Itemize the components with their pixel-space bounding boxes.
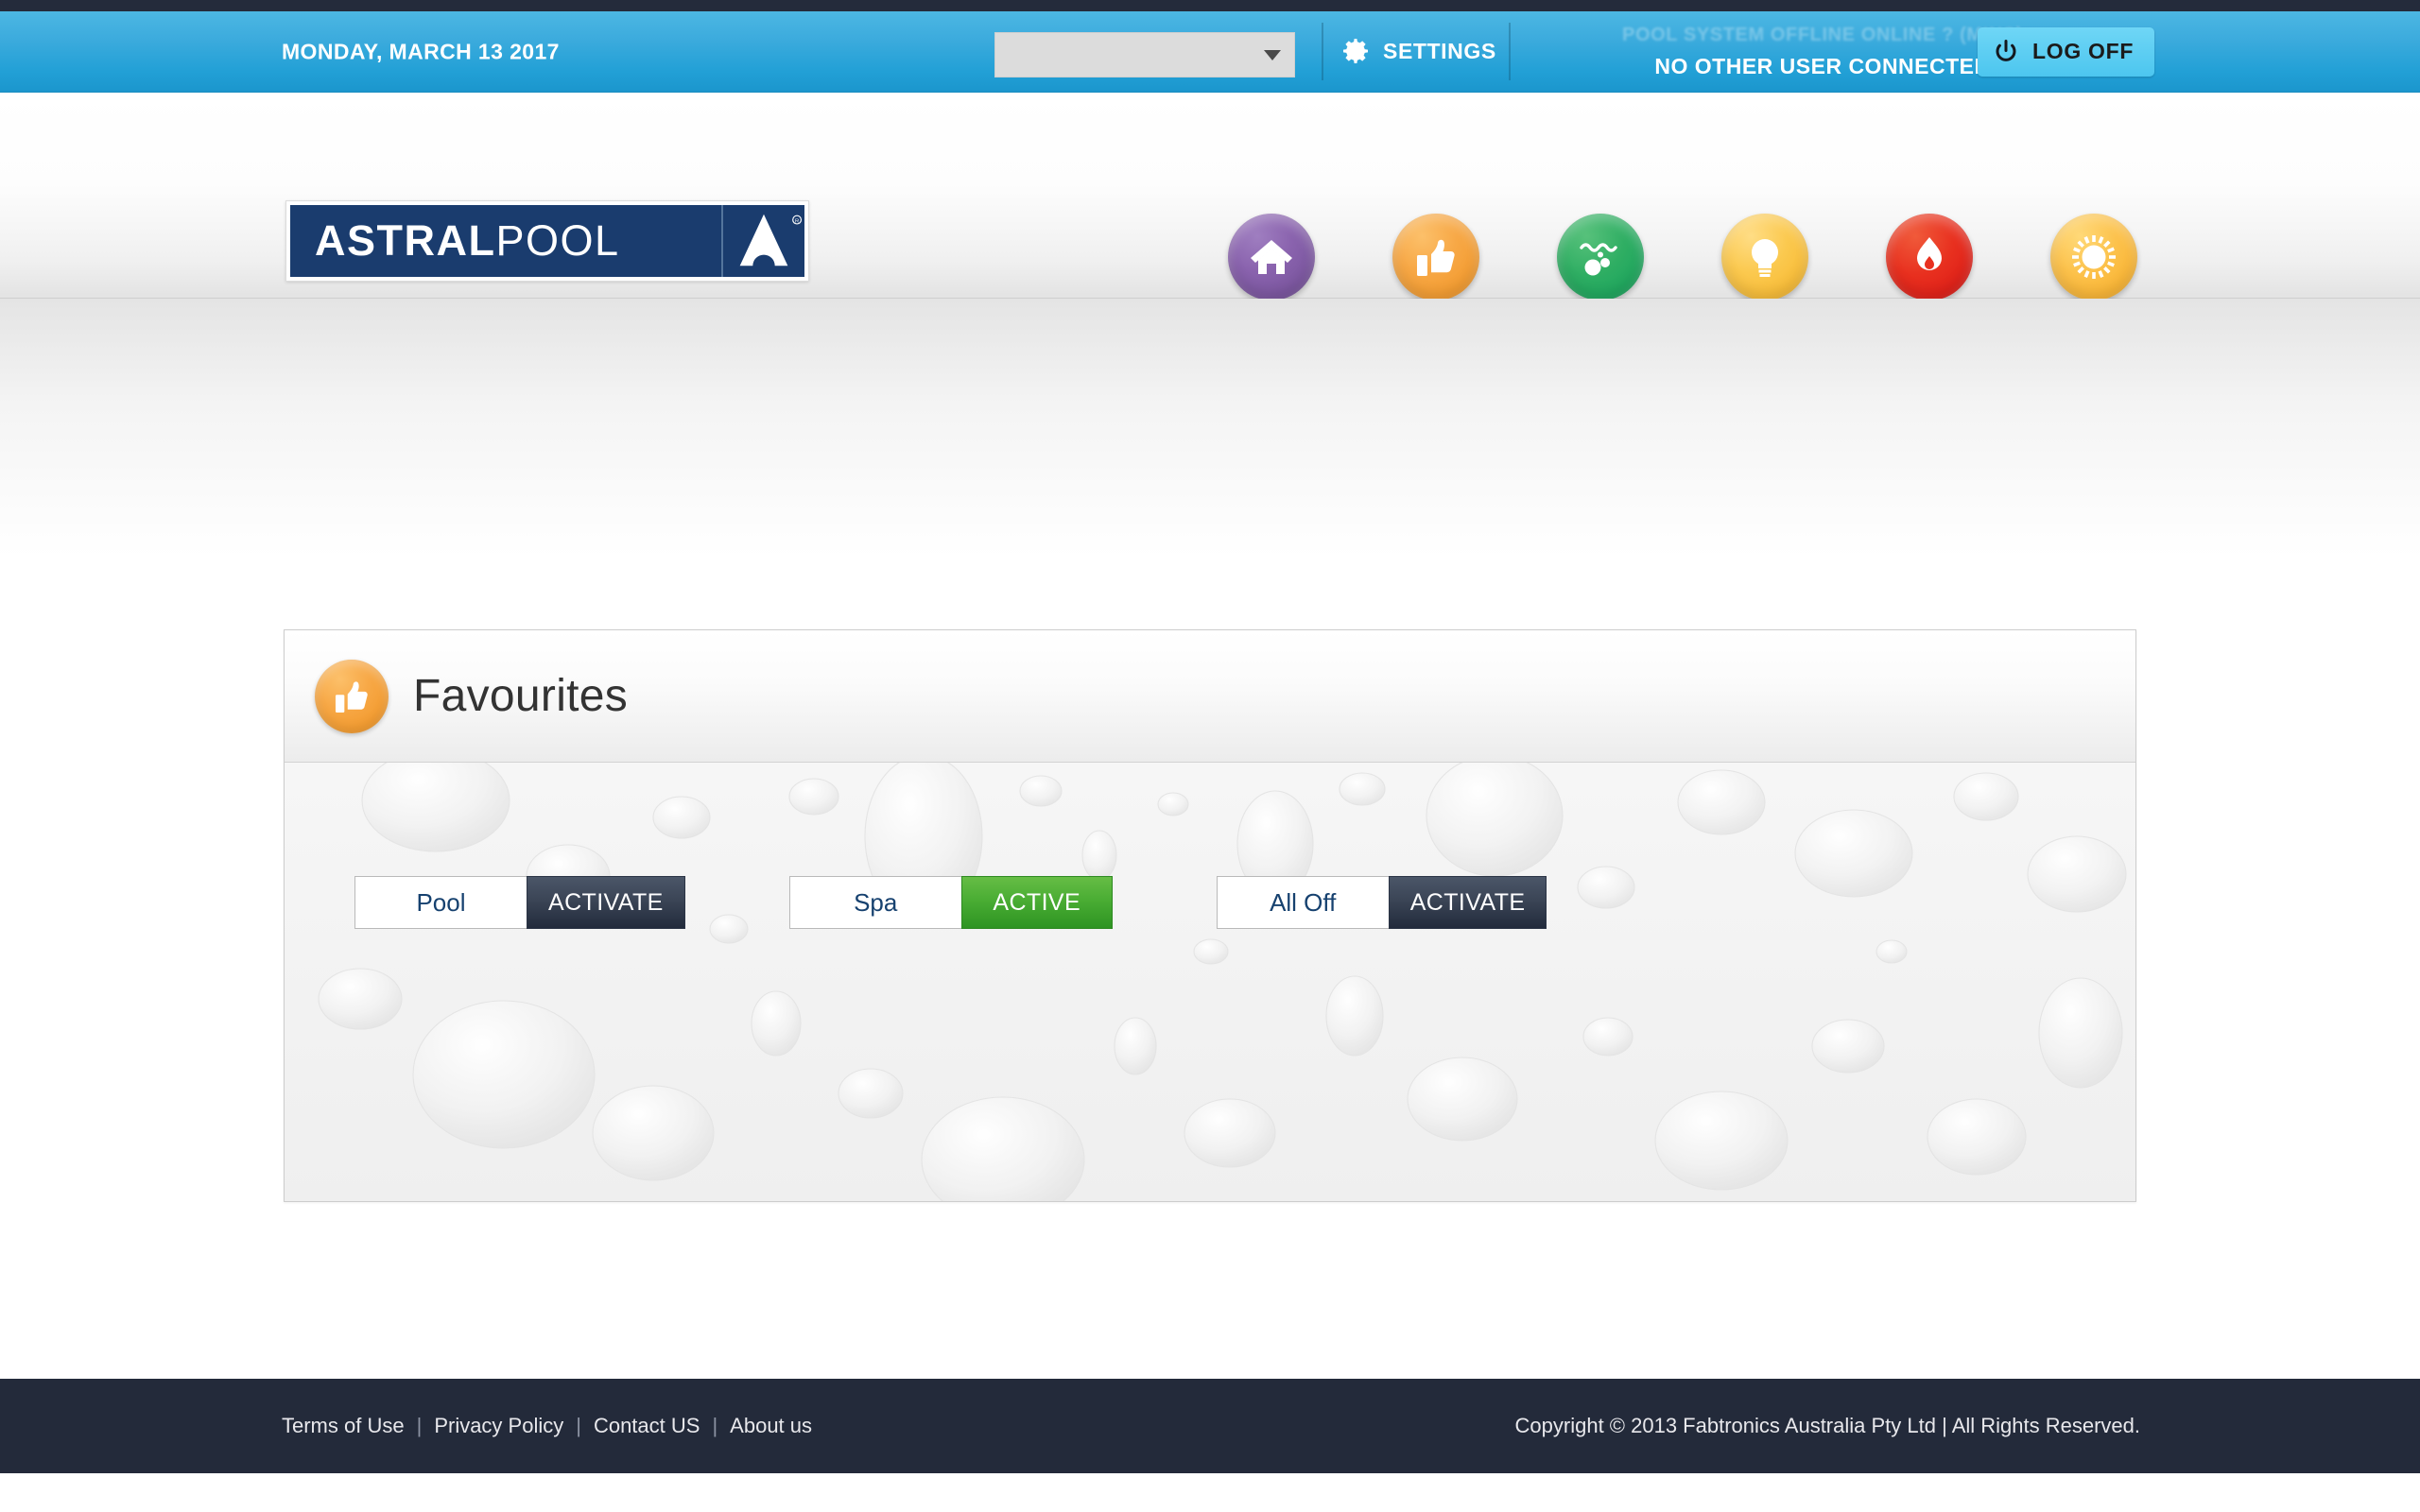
favourite-activate-button[interactable]: ACTIVATE (1388, 876, 1547, 929)
utility-bar: MONDAY, MARCH 13 2017 SETTINGS POOL SYST… (0, 11, 2420, 93)
page-content: Favourites Pool ACTIVATE Spa ACTIVE All … (0, 299, 2420, 1473)
footer-separator: | (416, 1414, 423, 1437)
footer-link-contact-us[interactable]: Contact US (594, 1414, 700, 1438)
footer-separator: | (576, 1414, 581, 1437)
astralpool-logo[interactable]: ASTRALPOOL R (285, 200, 809, 282)
footer-link-privacy-policy[interactable]: Privacy Policy (434, 1414, 563, 1438)
favourite-activate-button[interactable]: ACTIVATE (527, 876, 685, 929)
window-top-strip (0, 0, 2420, 11)
user-select-dropdown[interactable] (994, 32, 1295, 77)
favourite-all-off: All Off ACTIVATE (1216, 876, 1547, 929)
log-off-label: LOG OFF (2032, 39, 2135, 63)
favourite-active-button[interactable]: ACTIVE (960, 876, 1113, 929)
footer-copyright: Copyright © 2013 Fabtronics Australia Pt… (1514, 1414, 2140, 1437)
settings-label: SETTINGS (1383, 39, 1496, 63)
logo-pool-text: POOL (495, 216, 620, 265)
sun-icon (2072, 235, 2116, 279)
footer-link-terms-of-use[interactable]: Terms of Use (282, 1414, 405, 1438)
favourite-name: All Off (1216, 876, 1389, 929)
astral-triangle-mark: R (721, 205, 804, 277)
nav-circle-favourites (1392, 214, 1479, 338)
toolbar-divider-2 (1509, 23, 1511, 80)
gear-icon (1343, 38, 1368, 63)
nav-circle-solar (2050, 214, 2137, 338)
settings-button[interactable]: SETTINGS (1340, 37, 1496, 67)
footer-links: Terms of Use | Privacy Policy | Contact … (282, 1414, 812, 1438)
home-icon (1251, 240, 1292, 274)
favourites-list: Pool ACTIVATE Spa ACTIVE All Off ACTIVAT… (354, 876, 1651, 929)
logo-wordmark: ASTRALPOOL (290, 216, 721, 266)
favourite-pool: Pool ACTIVATE (354, 876, 685, 929)
svg-text:R: R (795, 219, 799, 225)
favourites-panel: Favourites Pool ACTIVATE Spa ACTIVE All … (284, 629, 2136, 1202)
favourites-body: Pool ACTIVATE Spa ACTIVE All Off ACTIVAT… (285, 763, 2135, 1201)
footer-separator: | (712, 1414, 718, 1437)
chevron-down-icon (1264, 49, 1281, 60)
nav-circle-home (1228, 214, 1315, 338)
logo-plate: ASTRALPOOL R (290, 205, 804, 277)
current-date: MONDAY, MARCH 13 2017 (282, 39, 560, 63)
favourite-name: Spa (788, 876, 961, 929)
nav-circle-heating (1886, 214, 1973, 338)
power-icon (1996, 39, 2016, 61)
bubbles-icon (1580, 243, 1617, 276)
brand-nav-bar: ASTRALPOOL R Home (0, 93, 2420, 347)
log-off-button[interactable]: LOG OFF (1978, 26, 2155, 77)
thumbs-up-icon (1417, 239, 1455, 276)
favourite-spa: Spa ACTIVE (788, 876, 1113, 929)
toolbar-divider-1 (1322, 23, 1323, 80)
panel-header: Favourites (285, 630, 2135, 763)
lightbulb-icon (1752, 239, 1778, 277)
footer-link-about-us[interactable]: About us (730, 1414, 812, 1438)
logo-astral-text: ASTRAL (315, 216, 496, 265)
water-drops-background (285, 763, 2135, 1201)
nav-circle-lighting (1721, 214, 1808, 338)
nav-circle-pool-spa (1557, 214, 1644, 338)
favourite-name: Pool (354, 876, 527, 929)
page-title: Favourites (413, 671, 629, 721)
panel-thumbs-up-icon-circle (315, 659, 389, 733)
flame-icon (1917, 237, 1942, 270)
page-footer: Terms of Use | Privacy Policy | Contact … (0, 1379, 2420, 1473)
thumbs-up-icon (335, 680, 368, 713)
